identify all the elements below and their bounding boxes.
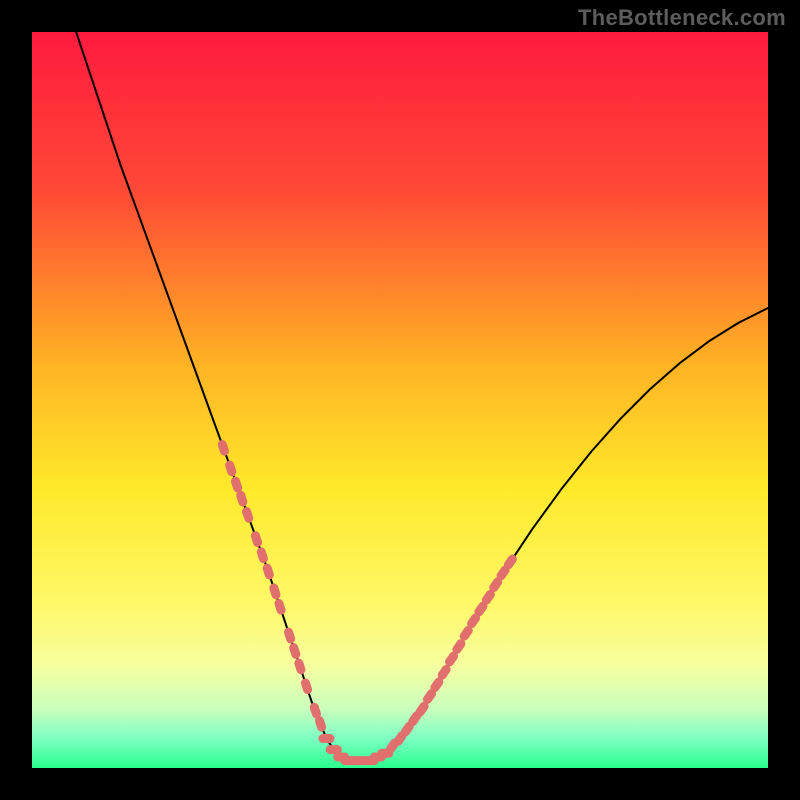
gradient-background <box>32 32 768 768</box>
attribution-label: TheBottleneck.com <box>578 5 786 31</box>
chart-frame: TheBottleneck.com <box>0 0 800 800</box>
plot-area <box>32 32 768 768</box>
curve-marker <box>318 734 334 743</box>
bottleneck-chart <box>32 32 768 768</box>
